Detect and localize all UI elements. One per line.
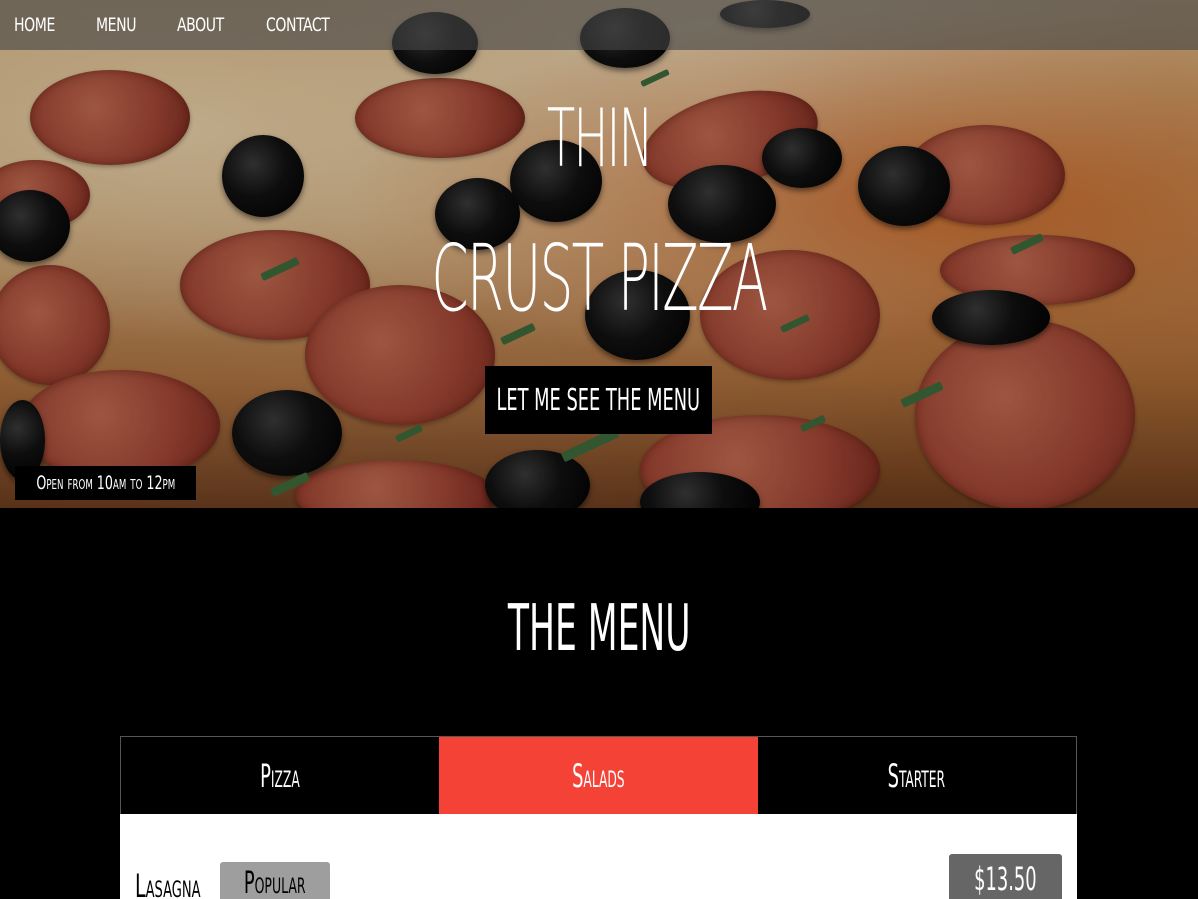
hero-title-line1: Thin	[546, 92, 653, 185]
tab-pizza[interactable]: Pizza	[121, 737, 440, 814]
nav-contact-link[interactable]: Contact	[266, 14, 330, 36]
nav-menu-link[interactable]: Menu	[96, 14, 136, 36]
nav-home-link[interactable]: Home	[14, 14, 55, 36]
menu-tabs: Pizza Salads Starter	[120, 736, 1077, 814]
menu-item-price: $13.50	[949, 854, 1062, 899]
popular-badge: Popular	[220, 862, 330, 899]
menu-item-name: Lasagna	[135, 866, 201, 899]
menu-item-lasagna: Lasagna Popular	[135, 862, 330, 899]
see-menu-button[interactable]: Let me see the menu	[485, 366, 712, 434]
opening-hours-text: Open from 10am to 12pm	[36, 472, 175, 494]
opening-hours-badge: Open from 10am to 12pm	[15, 466, 196, 500]
nav-about-link[interactable]: About	[177, 14, 224, 36]
top-navbar: Home Menu About Contact	[0, 0, 1198, 50]
see-menu-button-label: Let me see the menu	[496, 382, 701, 418]
tab-starter[interactable]: Starter	[757, 737, 1076, 814]
menu-section-title: The Menu	[507, 592, 691, 666]
menu-items-panel: Lasagna Popular $13.50	[120, 814, 1077, 899]
tab-salads[interactable]: Salads	[439, 737, 758, 814]
hero-title-line2: Crust Pizza	[431, 225, 768, 332]
hero-section: Home Menu About Contact Thin Crust Pizza…	[0, 0, 1198, 508]
